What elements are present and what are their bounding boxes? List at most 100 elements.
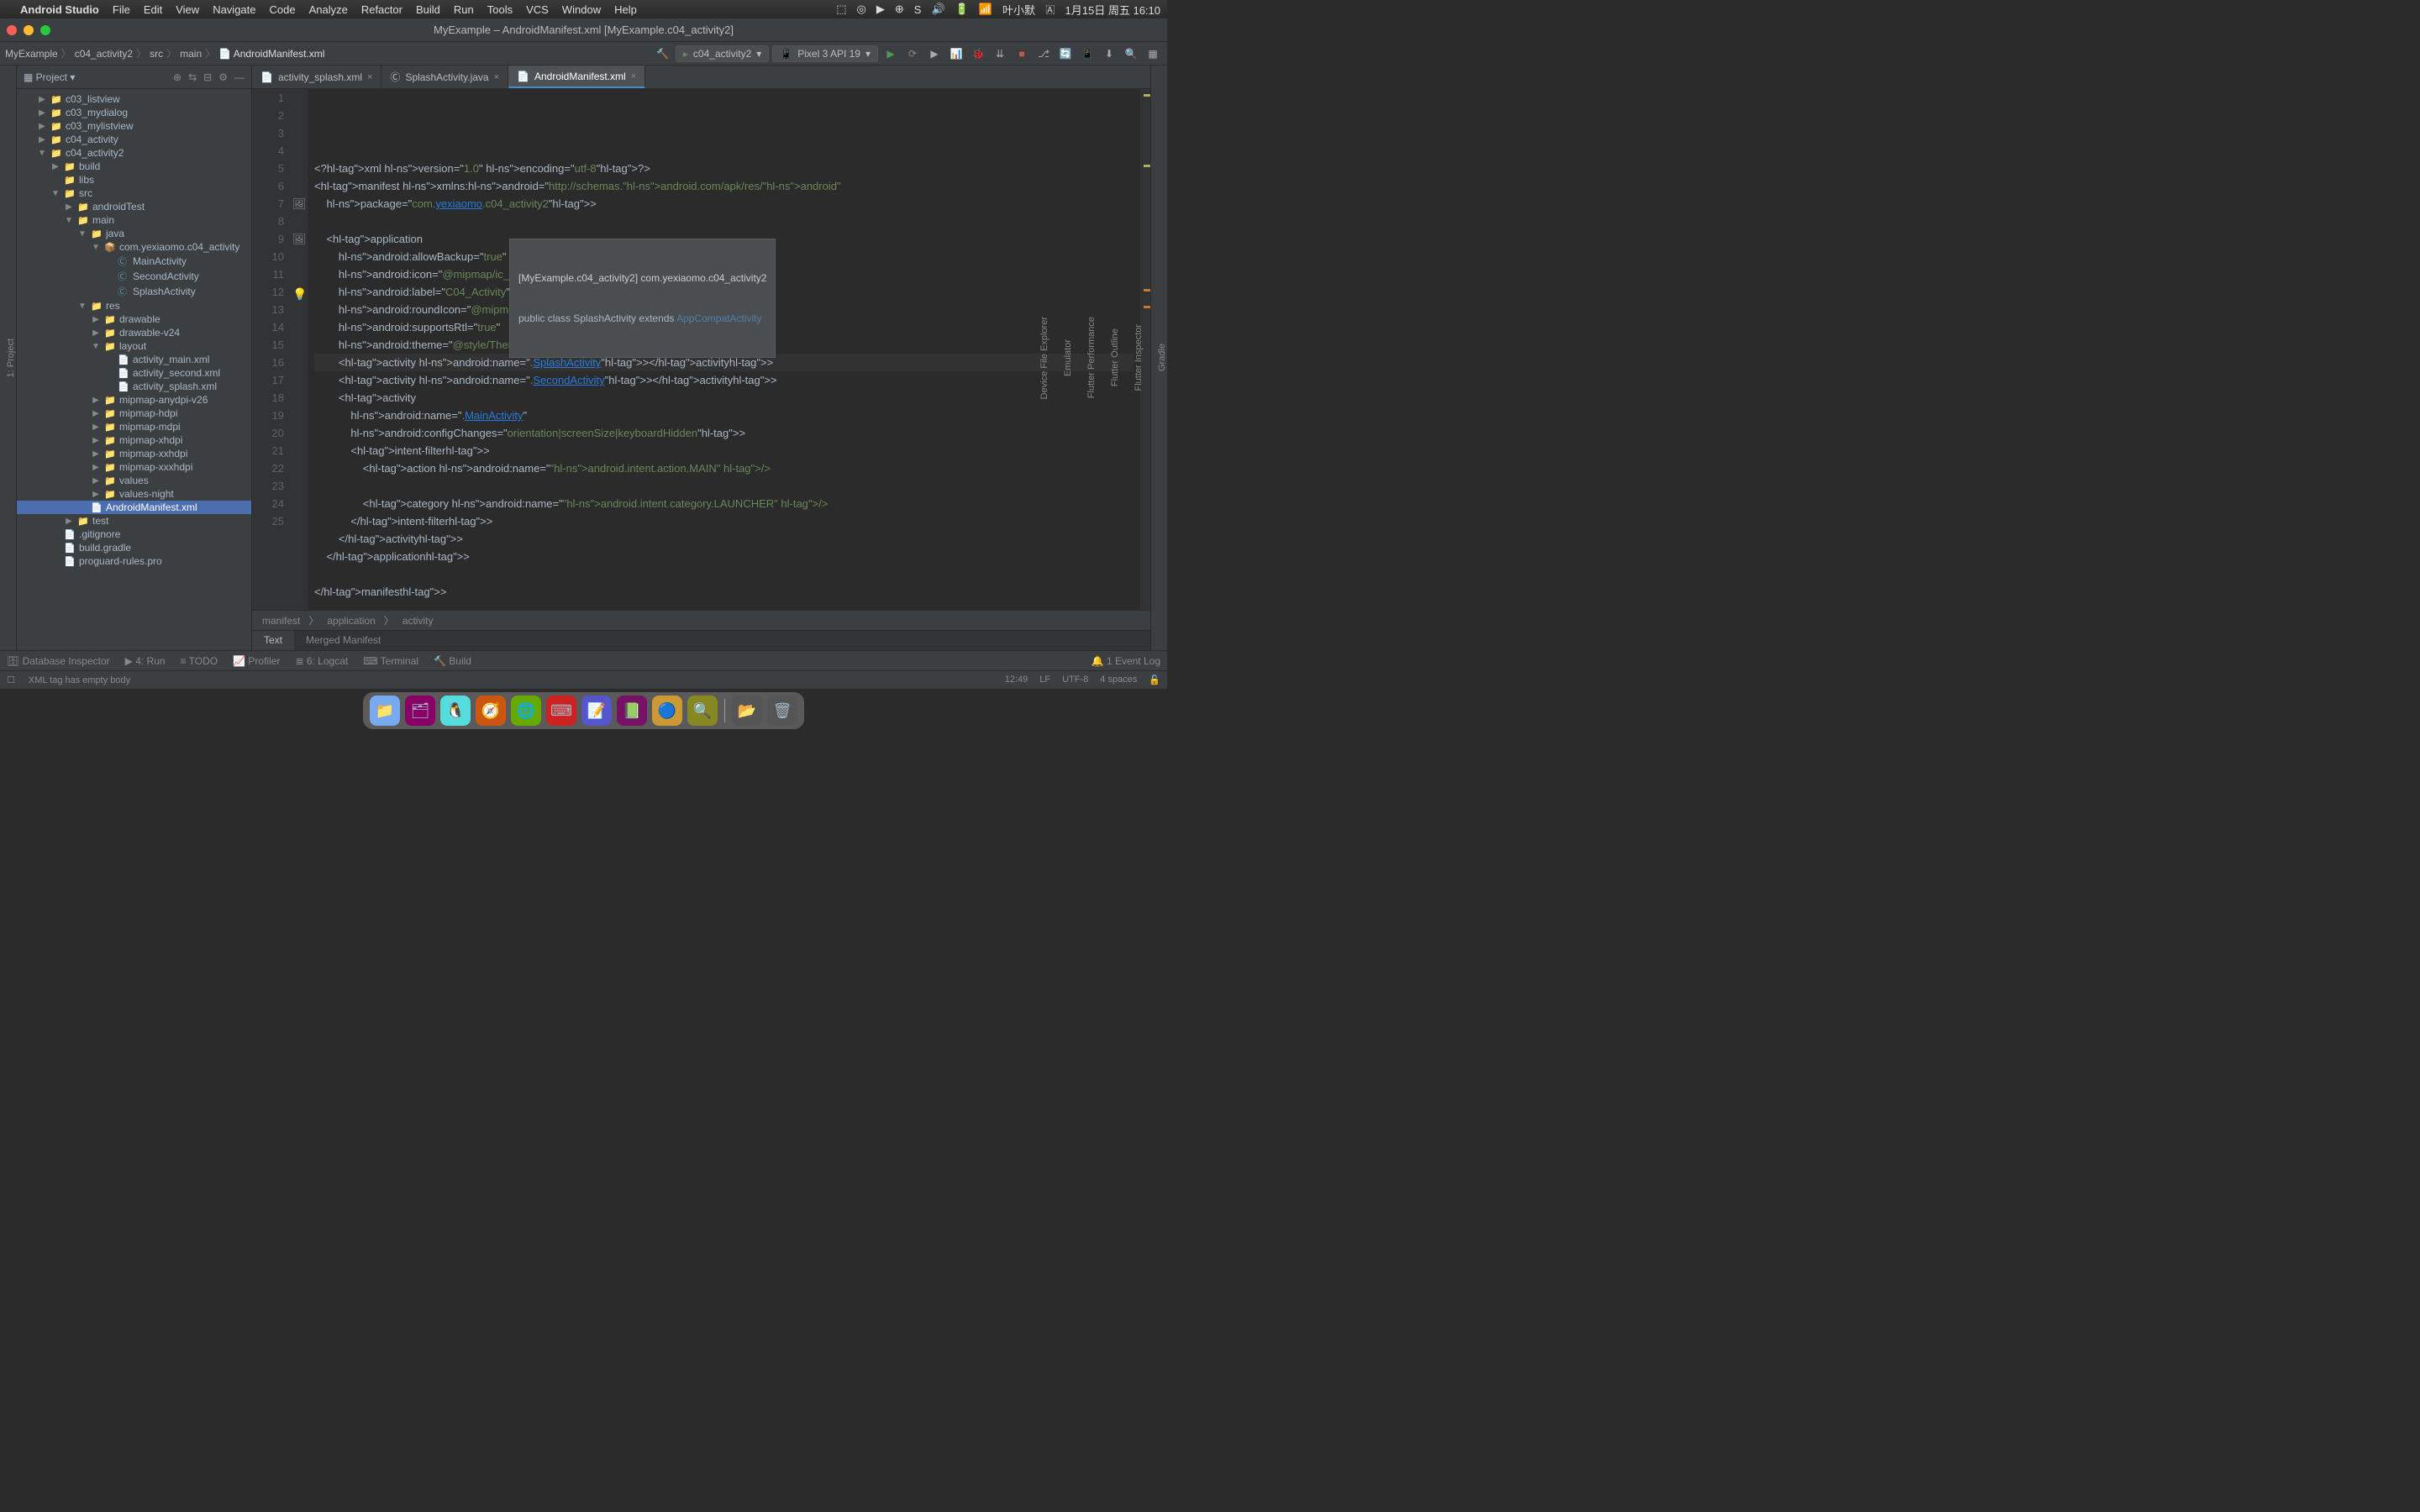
editor-tab[interactable]: 📄activity_splash.xml× xyxy=(252,66,381,88)
tool-build[interactable]: 🔨 Build xyxy=(434,655,471,667)
tree-item[interactable]: ▼📁java xyxy=(17,227,251,240)
tree-item[interactable]: 📄activity_second.xml xyxy=(17,366,251,380)
editor-tab[interactable]: ⒸSplashActivity.java× xyxy=(381,66,508,88)
crumb[interactable]: main xyxy=(180,48,202,60)
lock-icon[interactable]: 🔓 xyxy=(1149,675,1160,685)
menu-vcs[interactable]: VCS xyxy=(526,3,549,16)
caret-position[interactable]: 12:49 xyxy=(1005,675,1028,685)
sync-icon[interactable]: 🔄 xyxy=(1056,45,1075,63)
tree-item[interactable]: ▼📦com.yexiaomo.c04_activity xyxy=(17,240,251,254)
device-select[interactable]: 📱Pixel 3 API 19▾ xyxy=(772,45,878,62)
tree-item[interactable]: ▶📁mipmap-anydpi-v26 xyxy=(17,393,251,407)
crumb[interactable]: application xyxy=(327,615,375,627)
run-config-select[interactable]: ▸c04_activity2▾ xyxy=(676,45,769,62)
debug-button[interactable]: ⟳ xyxy=(903,45,922,63)
settings-icon[interactable]: ⚙ xyxy=(218,71,228,83)
code-content[interactable]: 💡 [MyExample.c04_activity2] com.yexiaomo… xyxy=(308,89,1140,610)
crumb[interactable]: activity xyxy=(402,615,434,627)
menu-code[interactable]: Code xyxy=(270,3,296,16)
tree-item[interactable]: ⒸMainActivity xyxy=(17,254,251,269)
dock-app[interactable]: 🔍 xyxy=(687,696,718,726)
tree-item[interactable]: ▶📁c03_listview xyxy=(17,92,251,106)
tree-item[interactable]: ▶📁build xyxy=(17,160,251,173)
tree-item[interactable]: ▶📁values xyxy=(17,474,251,487)
dock-app[interactable]: 🌐 xyxy=(511,696,541,726)
tree-item[interactable]: ▶📁c03_mylistview xyxy=(17,119,251,133)
menu-app[interactable]: Android Studio xyxy=(20,3,99,16)
crumb[interactable]: manifest xyxy=(262,615,300,627)
project-tree[interactable]: ▶📁c03_listview▶📁c03_mydialog▶📁c03_mylist… xyxy=(17,89,251,650)
subtab-text[interactable]: Text xyxy=(252,631,294,650)
subtab-merged[interactable]: Merged Manifest xyxy=(294,631,392,650)
attach-button[interactable]: ⇊ xyxy=(991,45,1009,63)
project-view-select[interactable]: ▦ Project ▾ xyxy=(24,71,75,83)
stop-button[interactable]: ■ xyxy=(1013,45,1031,63)
editor-tab[interactable]: 📄AndroidManifest.xml× xyxy=(508,66,645,88)
tree-item[interactable]: ▶📁test xyxy=(17,514,251,528)
tree-item[interactable]: 📁libs xyxy=(17,173,251,186)
icon-gutter-icon[interactable]: 🖼 xyxy=(291,195,308,213)
window-maximize-button[interactable] xyxy=(40,25,50,35)
tree-item[interactable]: 📄.gitignore xyxy=(17,528,251,541)
tree-item[interactable]: ▼📁src xyxy=(17,186,251,200)
tool-flutter-inspector[interactable]: Flutter Inspector xyxy=(1134,324,1144,391)
status-icon[interactable]: ⊕ xyxy=(895,3,904,16)
git-icon[interactable]: ⎇ xyxy=(1034,45,1053,63)
tree-item[interactable]: ▶📁mipmap-xhdpi xyxy=(17,433,251,447)
tool-emulator[interactable]: Emulator xyxy=(1063,339,1073,376)
tool-todo[interactable]: ≡ TODO xyxy=(181,655,218,667)
volume-icon[interactable]: 🔊 xyxy=(931,3,944,16)
tree-item[interactable]: 📄activity_main.xml xyxy=(17,353,251,366)
avd-icon[interactable]: 📱 xyxy=(1078,45,1097,63)
crumb[interactable]: 📄 AndroidManifest.xml xyxy=(218,48,324,60)
window-close-button[interactable] xyxy=(7,25,17,35)
status-icon[interactable]: S xyxy=(914,3,922,16)
close-icon[interactable]: × xyxy=(494,72,499,82)
profile-button[interactable]: 📊 xyxy=(947,45,965,63)
tree-item[interactable]: ▶📁c03_mydialog xyxy=(17,106,251,119)
tree-item[interactable]: 📄proguard-rules.pro xyxy=(17,554,251,568)
menu-refactor[interactable]: Refactor xyxy=(361,3,402,16)
input-icon[interactable]: 🇦 xyxy=(1045,3,1055,16)
wifi-icon[interactable]: 📶 xyxy=(979,3,992,16)
tool-terminal[interactable]: ⌨ Terminal xyxy=(363,655,418,667)
debug-icon[interactable]: 🐞 xyxy=(969,45,987,63)
collapse-icon[interactable]: ⊟ xyxy=(203,71,212,83)
hide-icon[interactable]: — xyxy=(234,71,245,83)
menu-tools[interactable]: Tools xyxy=(487,3,513,16)
tool-db-inspector[interactable]: 🗄 Database Inspector xyxy=(7,655,110,667)
menu-view[interactable]: View xyxy=(176,3,199,16)
close-icon[interactable]: × xyxy=(631,71,636,81)
dock-app[interactable]: 📗 xyxy=(617,696,647,726)
status-icon[interactable]: ▶ xyxy=(876,3,885,16)
tree-item[interactable]: 📄AndroidManifest.xml xyxy=(17,501,251,514)
tree-item[interactable]: ▶📁androidTest xyxy=(17,200,251,213)
dock-app[interactable]: 🗑 xyxy=(767,696,797,726)
tree-item[interactable]: 📄activity_splash.xml xyxy=(17,380,251,393)
locate-icon[interactable]: ⊕ xyxy=(173,71,182,83)
tool-gradle[interactable]: Gradle xyxy=(1157,344,1167,371)
dock-app[interactable]: 📁 xyxy=(370,696,400,726)
dock-app[interactable]: 🧭 xyxy=(476,696,506,726)
tree-item[interactable]: ⒸSecondActivity xyxy=(17,269,251,284)
menu-navigate[interactable]: Navigate xyxy=(213,3,255,16)
close-icon[interactable]: × xyxy=(367,72,372,82)
status-icon[interactable]: ⬚ xyxy=(836,3,846,16)
search-icon[interactable]: 🔍 xyxy=(1122,45,1140,63)
dock-app[interactable]: 🐧 xyxy=(440,696,471,726)
menu-help[interactable]: Help xyxy=(614,3,637,16)
coverage-button[interactable]: ▶ xyxy=(925,45,944,63)
menu-edit[interactable]: Edit xyxy=(144,3,162,16)
battery-icon[interactable]: 🔋 xyxy=(955,3,969,16)
tree-item[interactable]: ⒸSplashActivity xyxy=(17,284,251,299)
tree-item[interactable]: 📄build.gradle xyxy=(17,541,251,554)
menu-file[interactable]: File xyxy=(113,3,130,16)
menu-run[interactable]: Run xyxy=(454,3,474,16)
user-name[interactable]: 叶小默 xyxy=(1002,2,1035,18)
dock-app[interactable]: 📝 xyxy=(581,696,612,726)
dock-app[interactable]: 🗂 xyxy=(405,696,435,726)
tree-item[interactable]: ▶📁drawable xyxy=(17,312,251,326)
crumb[interactable]: src xyxy=(150,48,163,60)
tree-item[interactable]: ▶📁mipmap-xxxhdpi xyxy=(17,460,251,474)
tree-item[interactable]: ▼📁layout xyxy=(17,339,251,353)
